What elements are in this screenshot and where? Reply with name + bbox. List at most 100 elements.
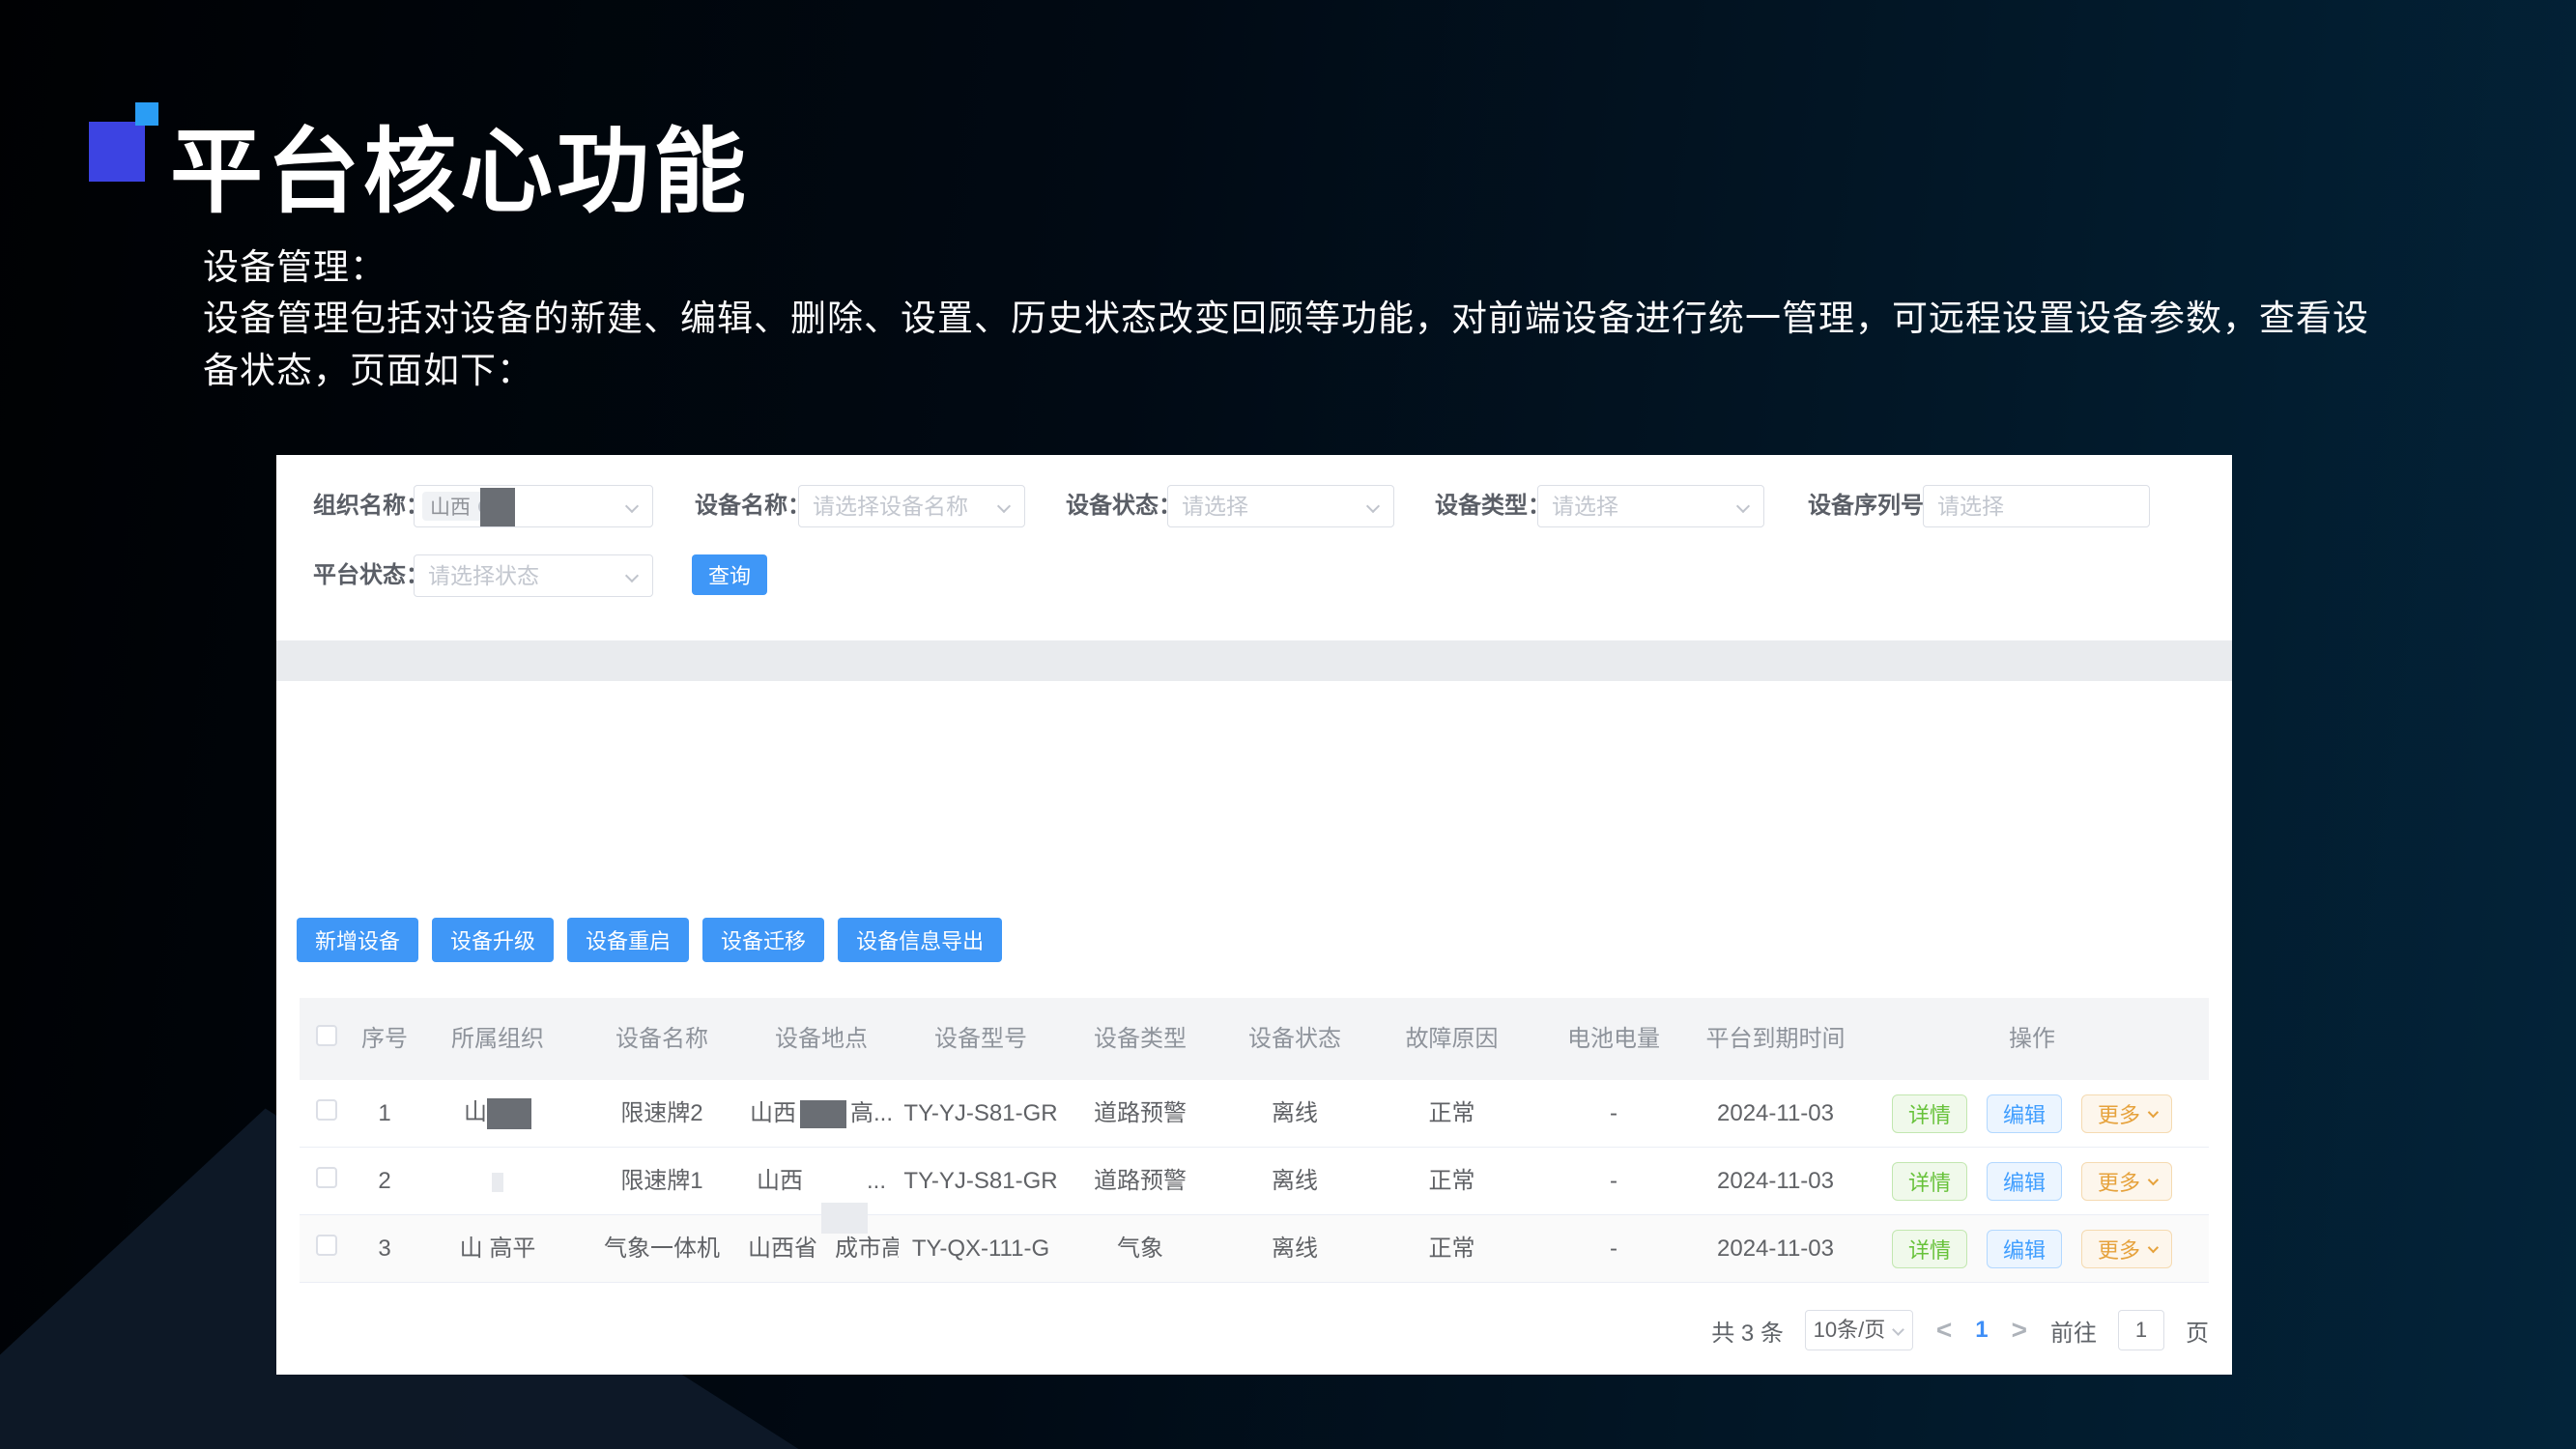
cell-model: TY-YJ-S81-GR xyxy=(899,1098,1063,1128)
cell-status: 离线 xyxy=(1217,1166,1372,1196)
device-type-select[interactable]: 请选择 xyxy=(1537,485,1764,527)
chevron-down-icon xyxy=(625,499,639,513)
cell-actions: 详情 编辑 更多 xyxy=(1855,1230,2209,1268)
pagination: 共 3 条 10条/页 < 1 > 前往 页 xyxy=(1711,1309,2209,1351)
header-battery: 电池电量 xyxy=(1531,1024,1696,1054)
cell-index: 2 xyxy=(354,1166,415,1196)
row-checkbox[interactable] xyxy=(316,1167,337,1188)
edit-button[interactable]: 编辑 xyxy=(1987,1162,2062,1201)
row-checkbox[interactable] xyxy=(316,1099,337,1121)
chevron-down-icon xyxy=(2148,1241,2159,1252)
cell-type: 气象 xyxy=(1063,1234,1217,1264)
chevron-down-icon xyxy=(1366,499,1380,513)
cell-expire: 2024-11-03 xyxy=(1696,1234,1855,1264)
device-status-placeholder: 请选择 xyxy=(1182,486,1248,526)
table-header-row: 序号 所属组织 设备名称 设备地点 设备型号 设备类型 设备状态 故障原因 电池… xyxy=(300,998,2209,1080)
edit-button[interactable]: 编辑 xyxy=(1987,1094,2062,1133)
device-management-screenshot: 组织名称： 山西 × 设备名称： 请选择设备名称 设备状态： 请选择 设备类型： xyxy=(276,455,2232,1375)
serial-input-box xyxy=(1923,485,2150,527)
edit-button[interactable]: 编辑 xyxy=(1987,1230,2062,1268)
org-name-select[interactable]: 山西 × xyxy=(414,485,653,527)
add-device-button[interactable]: 新增设备 xyxy=(297,918,418,962)
header-model: 设备型号 xyxy=(899,1024,1063,1054)
more-button[interactable]: 更多 xyxy=(2081,1162,2172,1201)
reboot-device-button[interactable]: 设备重启 xyxy=(567,918,689,962)
device-name-select[interactable]: 请选择设备名称 xyxy=(798,485,1025,527)
query-button[interactable]: 查询 xyxy=(692,554,767,595)
row-checkbox[interactable] xyxy=(316,1235,337,1256)
chevron-down-icon xyxy=(625,569,639,582)
prev-page-button[interactable]: < xyxy=(1934,1315,1954,1346)
detail-button[interactable]: 详情 xyxy=(1892,1162,1967,1201)
upgrade-device-button[interactable]: 设备升级 xyxy=(432,918,554,962)
header-fault: 故障原因 xyxy=(1372,1024,1531,1054)
migrate-device-button[interactable]: 设备迁移 xyxy=(702,918,824,962)
cell-type: 道路预警 xyxy=(1063,1166,1217,1196)
more-button[interactable]: 更多 xyxy=(2081,1094,2172,1133)
toolbar: 新增设备 设备升级 设备重启 设备迁移 设备信息导出 xyxy=(297,918,1002,962)
header-status: 设备状态 xyxy=(1217,1024,1372,1054)
cell-model: TY-QX-111-G xyxy=(899,1234,1063,1264)
platform-status-select[interactable]: 请选择状态 xyxy=(414,554,653,597)
org-tag[interactable]: 山西 × xyxy=(422,492,502,521)
description-paragraph: 设备管理： 设备管理包括对设备的新建、编辑、删除、设置、历史状态改变回顾等功能，… xyxy=(203,242,2385,396)
header-actions: 操作 xyxy=(1855,1024,2209,1054)
current-page[interactable]: 1 xyxy=(1975,1317,1988,1344)
cell-location: 山西省成市高 xyxy=(744,1234,899,1264)
device-name-label: 设备名称： xyxy=(695,485,811,527)
cell-actions: 详情 编辑 更多 xyxy=(1855,1162,2209,1201)
page-title: 平台核心功能 xyxy=(170,97,1523,231)
filter-card: 组织名称： 山西 × 设备名称： 请选择设备名称 设备状态： 请选择 设备类型： xyxy=(276,455,2232,640)
device-status-select[interactable]: 请选择 xyxy=(1167,485,1394,527)
platform-status-placeholder: 请选择状态 xyxy=(428,555,539,596)
export-device-info-button[interactable]: 设备信息导出 xyxy=(838,918,1002,962)
page-size-select[interactable]: 10条/页 xyxy=(1805,1310,1913,1350)
redaction-box xyxy=(817,1245,835,1255)
table-row: 1 山 限速牌2 山西高... TY-YJ-S81-GR 道路预警 离线 正常 … xyxy=(300,1080,2209,1148)
redaction-box xyxy=(800,1100,846,1128)
device-table: 序号 所属组织 设备名称 设备地点 设备型号 设备类型 设备状态 故障原因 电池… xyxy=(300,998,2209,1283)
org-name-label: 组织名称： xyxy=(313,485,429,527)
cell-expire: 2024-11-03 xyxy=(1696,1098,1855,1128)
org-tag-label: 山西 xyxy=(430,492,471,521)
cell-name: 气象一体机 xyxy=(580,1234,744,1264)
cell-location: 山西... xyxy=(744,1166,899,1196)
goto-page-input[interactable] xyxy=(2119,1311,2163,1350)
redaction-box xyxy=(480,488,515,526)
next-page-button[interactable]: > xyxy=(2010,1315,2029,1346)
header-expire: 平台到期时间 xyxy=(1696,1024,1855,1054)
slide-root: 平台核心功能 设备管理： 设备管理包括对设备的新建、编辑、删除、设置、历史状态改… xyxy=(0,0,2576,1449)
detail-button[interactable]: 详情 xyxy=(1892,1230,1967,1268)
chevron-down-icon xyxy=(1736,499,1750,513)
title-square-big xyxy=(89,122,145,182)
cell-model: TY-YJ-S81-GR xyxy=(899,1166,1063,1196)
chevron-down-icon xyxy=(2148,1174,2159,1184)
cell-index: 1 xyxy=(354,1098,415,1128)
device-name-placeholder: 请选择设备名称 xyxy=(813,486,968,526)
goto-label: 前往 xyxy=(2050,1314,2097,1348)
goto-input-box xyxy=(2118,1310,2164,1350)
page-suffix: 页 xyxy=(2186,1314,2209,1348)
cell-actions: 详情 编辑 更多 xyxy=(1855,1094,2209,1133)
cell-status: 离线 xyxy=(1217,1098,1372,1128)
cell-battery: - xyxy=(1531,1234,1696,1264)
cell-org: 山 高平 xyxy=(415,1234,580,1264)
detail-button[interactable]: 详情 xyxy=(1892,1094,1967,1133)
chevron-down-icon xyxy=(1892,1323,1904,1336)
more-button[interactable]: 更多 xyxy=(2081,1230,2172,1268)
serial-input[interactable] xyxy=(1924,486,2149,526)
redaction-box xyxy=(492,1173,503,1192)
cell-index: 3 xyxy=(354,1234,415,1264)
header-org: 所属组织 xyxy=(415,1024,580,1054)
redaction-box xyxy=(803,1178,867,1187)
select-all-checkbox[interactable] xyxy=(316,1025,337,1046)
cell-fault: 正常 xyxy=(1372,1166,1531,1196)
cell-battery: - xyxy=(1531,1098,1696,1128)
redaction-box xyxy=(821,1203,868,1234)
table-row: 2 限速牌1 山西... TY-YJ-S81-GR 道路预警 离线 正常 - 2… xyxy=(300,1148,2209,1215)
cell-org xyxy=(415,1166,580,1196)
cell-fault: 正常 xyxy=(1372,1234,1531,1264)
cell-name: 限速牌2 xyxy=(580,1098,744,1128)
redaction-box xyxy=(487,1098,531,1129)
chevron-down-icon xyxy=(2148,1106,2159,1117)
